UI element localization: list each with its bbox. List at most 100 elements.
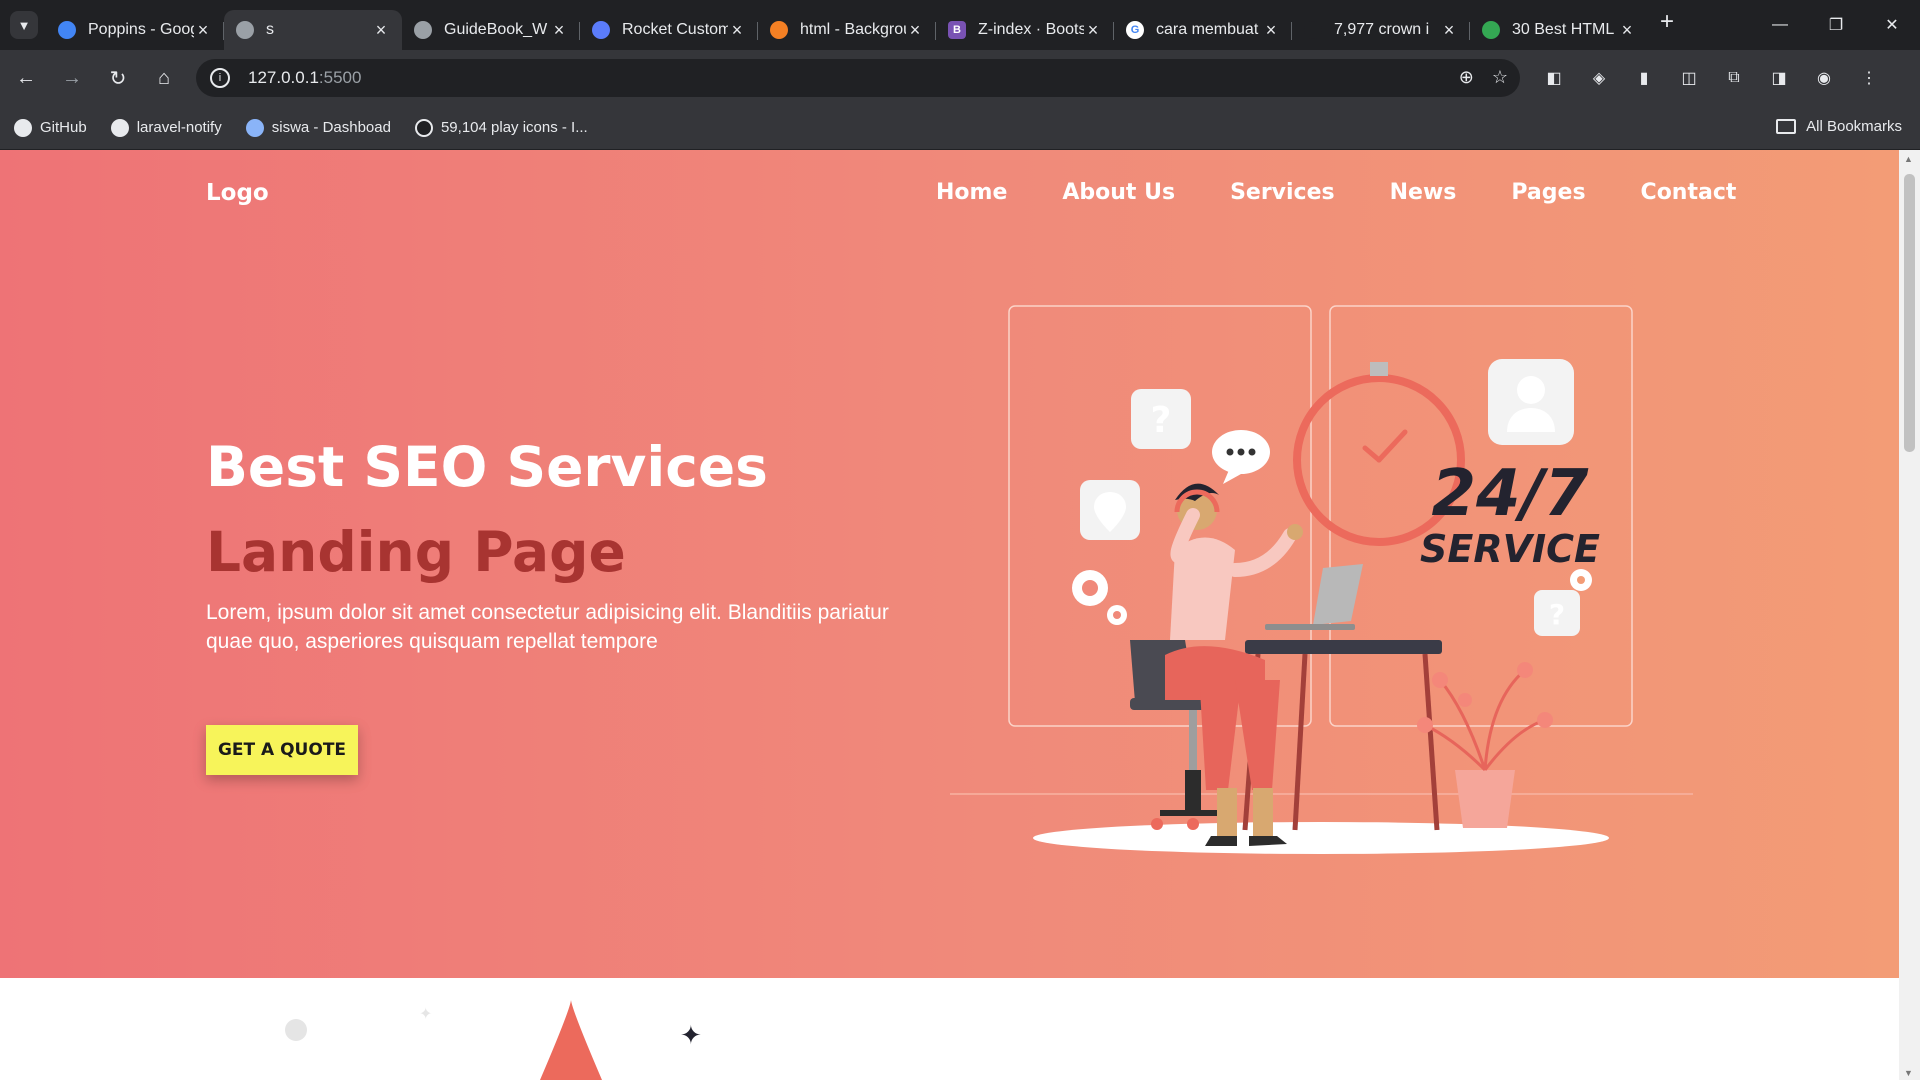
url-text[interactable]: 127.0.0.1:5500	[248, 68, 361, 88]
close-icon[interactable]: ×	[550, 20, 568, 41]
tab-strip: ▼ Poppins - Google Fonts× s× GuideBook_W…	[0, 0, 1920, 50]
dashboard-icon	[245, 118, 264, 137]
bookmark-github[interactable]: GitHub	[14, 118, 87, 137]
close-icon[interactable]: ×	[728, 20, 746, 41]
bookmark-play-icons[interactable]: 59,104 play icons - I...	[414, 118, 588, 137]
home-button[interactable]: ⌂	[144, 58, 184, 98]
dualless-extension-icon[interactable]: ◫	[1671, 60, 1707, 96]
question-small-icon: ?	[1534, 569, 1592, 636]
close-icon[interactable]: ×	[1618, 20, 1636, 41]
profile-avatar[interactable]: ◉	[1806, 60, 1842, 96]
github-icon	[14, 118, 32, 137]
chevron-down-icon: ▼	[17, 17, 31, 33]
scrollbar-thumb[interactable]	[1904, 174, 1915, 452]
tab-html-background[interactable]: html - Background×	[758, 10, 936, 50]
restore-button[interactable]: ❐	[1808, 0, 1864, 50]
bookmark-label: laravel-notify	[136, 119, 222, 136]
crown-icon	[1304, 21, 1322, 39]
tab-active[interactable]: s ×	[224, 10, 402, 50]
tab-colorlib[interactable]: 30 Best HTML ×	[1470, 10, 1648, 50]
close-icon[interactable]: ×	[1084, 20, 1102, 41]
tab-title: 7,977 crown i	[1334, 21, 1430, 38]
bookmark-laravel-notify[interactable]: laravel-notify	[110, 118, 222, 137]
url-port: :5500	[318, 68, 362, 87]
stackoverflow-icon	[770, 21, 788, 39]
sparkle-icon: ✦	[419, 1006, 432, 1023]
page-scrollbar[interactable]: ▲ ▼	[1899, 150, 1920, 1080]
puzzle-extensions-icon[interactable]: ⧉	[1716, 60, 1752, 96]
nav-about-us[interactable]: About Us	[1062, 180, 1175, 205]
tab-poppins[interactable]: Poppins - Google Fonts×	[46, 10, 224, 50]
tab-title: GuideBook_W	[444, 21, 548, 38]
close-icon[interactable]: ×	[372, 20, 390, 41]
colorlib-icon	[1482, 21, 1500, 39]
tab-crown[interactable]: 7,977 crown i ×	[1292, 10, 1470, 50]
bootstrap-icon: B	[948, 21, 966, 39]
bookmark-label: siswa - Dashboad	[271, 119, 391, 136]
url-host: 127.0.0.1	[248, 68, 319, 87]
all-bookmarks-button[interactable]: All Bookmarks	[1776, 118, 1902, 135]
nav-news[interactable]: News	[1390, 180, 1457, 205]
scroll-down-arrow[interactable]: ▼	[1904, 1068, 1913, 1078]
site-logo[interactable]: Logo	[206, 180, 269, 206]
nav-services[interactable]: Services	[1230, 180, 1335, 205]
new-tab-button[interactable]: +	[1660, 8, 1674, 36]
get-a-quote-button[interactable]: GET A QUOTE	[206, 725, 358, 775]
nav-home[interactable]: Home	[936, 180, 1007, 205]
minimize-button[interactable]: —	[1752, 0, 1808, 50]
all-bookmarks-label: All Bookmarks	[1806, 118, 1902, 135]
bookmark-siswa[interactable]: siswa - Dashboad	[245, 118, 391, 137]
avatar-icon	[1488, 359, 1574, 445]
tab-title: html - Background	[800, 21, 906, 38]
translate-extension-icon[interactable]: ◧	[1536, 60, 1572, 96]
site-info-icon[interactable]: i	[210, 68, 230, 88]
docs-extension-icon[interactable]: ▮	[1626, 60, 1662, 96]
gear-icon	[1072, 570, 1127, 625]
bookmark-star-icon[interactable]: ☆	[1492, 67, 1508, 88]
zoom-icon[interactable]: ⊕	[1459, 67, 1474, 88]
chat-bubble-icon	[1212, 430, 1270, 484]
tabs: Poppins - Google Fonts× s× GuideBook_W× …	[46, 0, 1648, 50]
tab-title: cara membuat	[1156, 21, 1259, 38]
main-nav: Home About Us Services News Pages Contac…	[936, 180, 1791, 205]
address-bar[interactable]: i 127.0.0.1:5500 ⊕ ☆	[196, 59, 1520, 97]
window-controls: — ❐ ✕	[1752, 0, 1920, 50]
close-icon[interactable]: ×	[906, 20, 924, 41]
hero-headline: Best SEO Services	[206, 435, 768, 499]
tab-title: Z-index · Bootstrap	[978, 21, 1084, 38]
bitwarden-extension-icon[interactable]: ◈	[1581, 60, 1617, 96]
next-section-decor: ✦ ✦	[285, 1000, 702, 1080]
hero-description: Lorem, ipsum dolor sit amet consectetur …	[206, 601, 889, 653]
browser-toolbar: ← → ↻ ⌂ i 127.0.0.1:5500 ⊕ ☆ ◧ ◈ ▮ ◫ ⧉ ◨…	[0, 50, 1920, 106]
close-icon[interactable]: ×	[1440, 20, 1458, 41]
tab-rocket[interactable]: Rocket Custom ×	[580, 10, 758, 50]
reload-button[interactable]: ↻	[98, 58, 138, 98]
svg-text:?: ?	[1549, 598, 1565, 631]
close-window-button[interactable]: ✕	[1864, 0, 1920, 50]
hero-section: Logo Home About Us Services News Pages C…	[0, 150, 1899, 978]
bookmark-label: GitHub	[40, 119, 87, 136]
laptop	[1265, 564, 1363, 630]
customer-service-illustration: ? 24/7 SERVICE ?	[950, 305, 1693, 854]
tab-guidebook[interactable]: GuideBook_W ×	[402, 10, 580, 50]
hero-headline-accent: Landing Page	[206, 520, 626, 584]
menu-kebab-icon[interactable]: ⋮	[1851, 60, 1887, 96]
nav-contact[interactable]: Contact	[1641, 180, 1737, 205]
page-viewport: Logo Home About Us Services News Pages C…	[0, 150, 1920, 1080]
tab-google[interactable]: Gcara membuat ×	[1114, 10, 1292, 50]
globe-icon	[236, 21, 254, 39]
forward-button[interactable]: →	[52, 58, 92, 98]
bookmark-label: 59,104 play icons - I...	[440, 119, 588, 136]
scroll-up-arrow[interactable]: ▲	[1904, 154, 1913, 164]
tab-bootstrap[interactable]: B Z-index · Bootstrap×	[936, 10, 1114, 50]
tab-title: Poppins - Google Fonts	[88, 21, 194, 38]
sidepanel-icon[interactable]: ◨	[1761, 60, 1797, 96]
tab-title: s	[266, 21, 274, 38]
back-button[interactable]: ←	[6, 58, 46, 98]
nav-pages[interactable]: Pages	[1511, 180, 1585, 205]
tab-search-button[interactable]: ▼	[10, 11, 38, 39]
close-icon[interactable]: ×	[1262, 20, 1280, 41]
extensions-area: ◧ ◈ ▮ ◫ ⧉ ◨ ◉ ⋮	[1536, 60, 1896, 96]
close-icon[interactable]: ×	[194, 20, 212, 41]
star-icon: ✦	[680, 1020, 702, 1050]
